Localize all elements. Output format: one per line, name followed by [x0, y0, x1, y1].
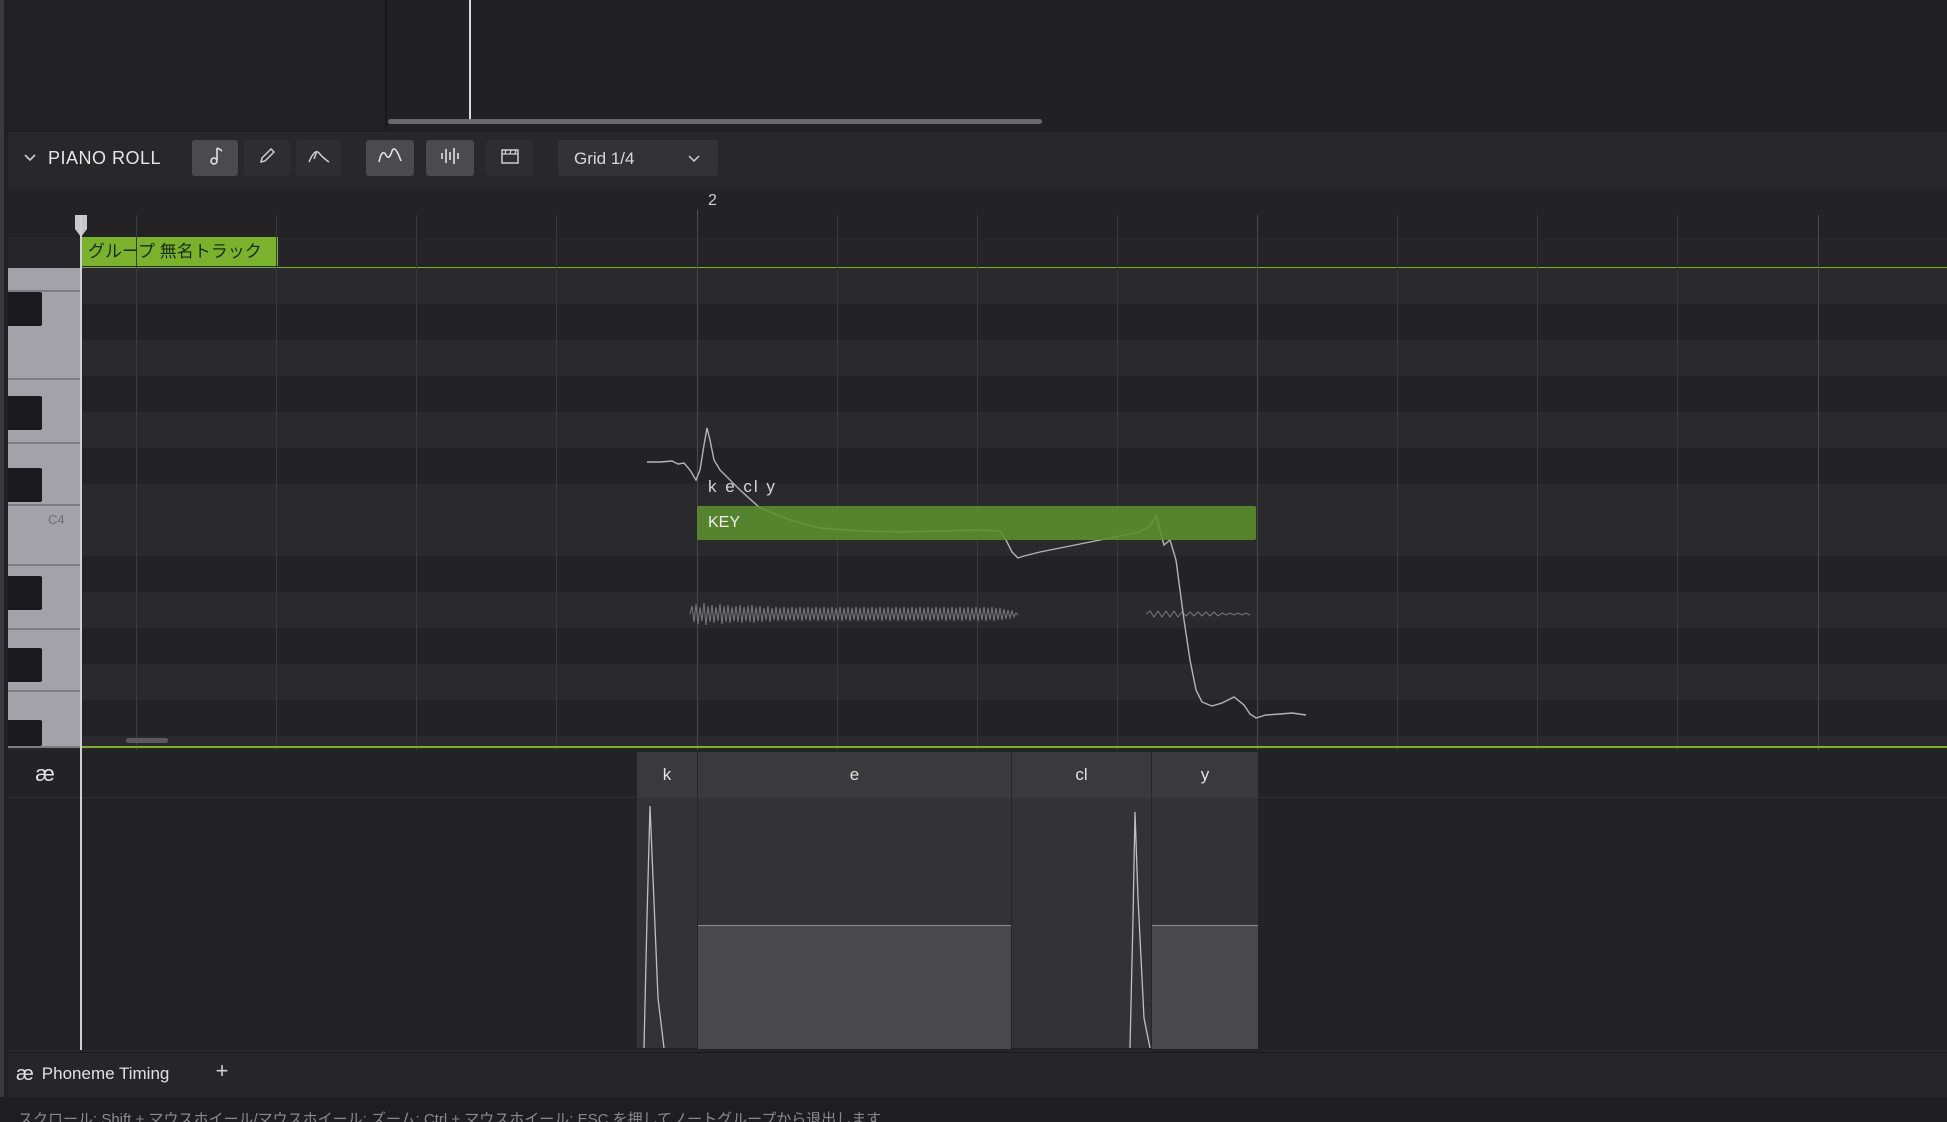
- pencil-icon: [256, 145, 278, 172]
- phoneme-body-cl: [1011, 798, 1151, 1048]
- grid-scrollbar[interactable]: [126, 738, 168, 743]
- timeline-ruler[interactable]: [8, 187, 1947, 237]
- c4-key-label: C4: [48, 512, 65, 527]
- add-tab-button[interactable]: +: [210, 1058, 234, 1086]
- black-key[interactable]: [8, 720, 42, 746]
- pitch-curve-toggle[interactable]: [366, 140, 414, 176]
- curve-tool-button[interactable]: [296, 140, 342, 176]
- curve-draw-icon: [306, 145, 332, 172]
- piano-keyboard[interactable]: C4: [8, 268, 82, 748]
- video-panel-button[interactable]: [486, 140, 534, 176]
- track-header-area: [4, 0, 387, 130]
- note-block[interactable]: KEY: [697, 506, 1256, 540]
- tab-phoneme-timing[interactable]: æ Phoneme Timing: [16, 1062, 169, 1086]
- phoneme-volume-fill: [698, 925, 1011, 1049]
- note-lyric: KEY: [708, 514, 741, 531]
- panel-title: PIANO ROLL: [48, 148, 162, 168]
- playhead-vertical-line: [80, 215, 82, 1050]
- pitch-curve-icon: [376, 145, 404, 172]
- pitch-lane: [82, 304, 1947, 340]
- phoneme-cell-y[interactable]: y: [1151, 752, 1258, 798]
- bar-tick: [697, 210, 698, 234]
- pitch-lane: [82, 628, 1947, 664]
- phoneme-body-e: [697, 798, 1011, 1049]
- note-icon: [205, 145, 225, 172]
- black-key[interactable]: [8, 576, 42, 610]
- pitch-lane: [82, 448, 1947, 484]
- phoneme-cell-cl[interactable]: cl: [1011, 752, 1151, 798]
- black-key[interactable]: [8, 468, 42, 502]
- horizontal-scrollbar[interactable]: [388, 119, 1042, 124]
- chevron-down-icon: [684, 148, 704, 173]
- note-lyric-phonemes: k e cl y: [708, 477, 777, 496]
- pitch-lane: [82, 340, 1947, 376]
- black-key[interactable]: [8, 648, 42, 682]
- pitch-lane: [82, 412, 1947, 448]
- waveform-toggle[interactable]: [426, 140, 474, 176]
- status-hint-text: スクロール: Shift + マウスホイール/マウスホイール: ズーム: Ctr…: [18, 1111, 882, 1122]
- pitch-lane: [82, 556, 1947, 592]
- phoneme-body-k: [636, 798, 697, 1048]
- pitch-lane: [82, 592, 1947, 628]
- phoneme-icon: æ: [35, 761, 55, 786]
- pitch-lane: [82, 376, 1947, 412]
- phoneme-volume-fill: [1152, 925, 1258, 1049]
- phoneme-cell-e[interactable]: e: [697, 752, 1011, 798]
- pitch-lane: [82, 268, 1947, 304]
- group-bottom-line: [82, 746, 1947, 748]
- bar-number-label: 2: [708, 192, 717, 209]
- playhead-line[interactable]: [469, 0, 471, 122]
- pitch-lane: [82, 664, 1947, 700]
- pitch-lane: [82, 700, 1947, 736]
- status-bar: スクロール: Shift + マウスホイール/マウスホイール: ズーム: Ctr…: [0, 1097, 1947, 1122]
- white-key[interactable]: [8, 268, 80, 292]
- window-edge: [0, 0, 4, 1122]
- note-select-tool-button[interactable]: [192, 140, 238, 176]
- black-key[interactable]: [8, 292, 42, 326]
- note-group-label[interactable]: グループ 無名トラック: [82, 237, 278, 266]
- note-group-bar: [82, 237, 1947, 269]
- clapperboard-icon: [498, 145, 522, 172]
- collapse-chevron-icon[interactable]: [20, 148, 40, 168]
- grid-size-value: Grid 1/4: [574, 149, 635, 168]
- grid-size-select[interactable]: Grid 1/4: [558, 140, 718, 176]
- phoneme-body-y: [1151, 798, 1258, 1049]
- white-key[interactable]: [8, 506, 80, 566]
- black-key[interactable]: [8, 396, 42, 430]
- phoneme-tab-label: Phoneme Timing: [41, 1064, 170, 1083]
- phoneme-cell-k[interactable]: k: [636, 752, 697, 798]
- phoneme-tab-icon: æ: [16, 1062, 34, 1085]
- pencil-tool-button[interactable]: [244, 140, 290, 176]
- bottom-tab-bar: [8, 1052, 1947, 1098]
- waveform-icon: [436, 145, 464, 172]
